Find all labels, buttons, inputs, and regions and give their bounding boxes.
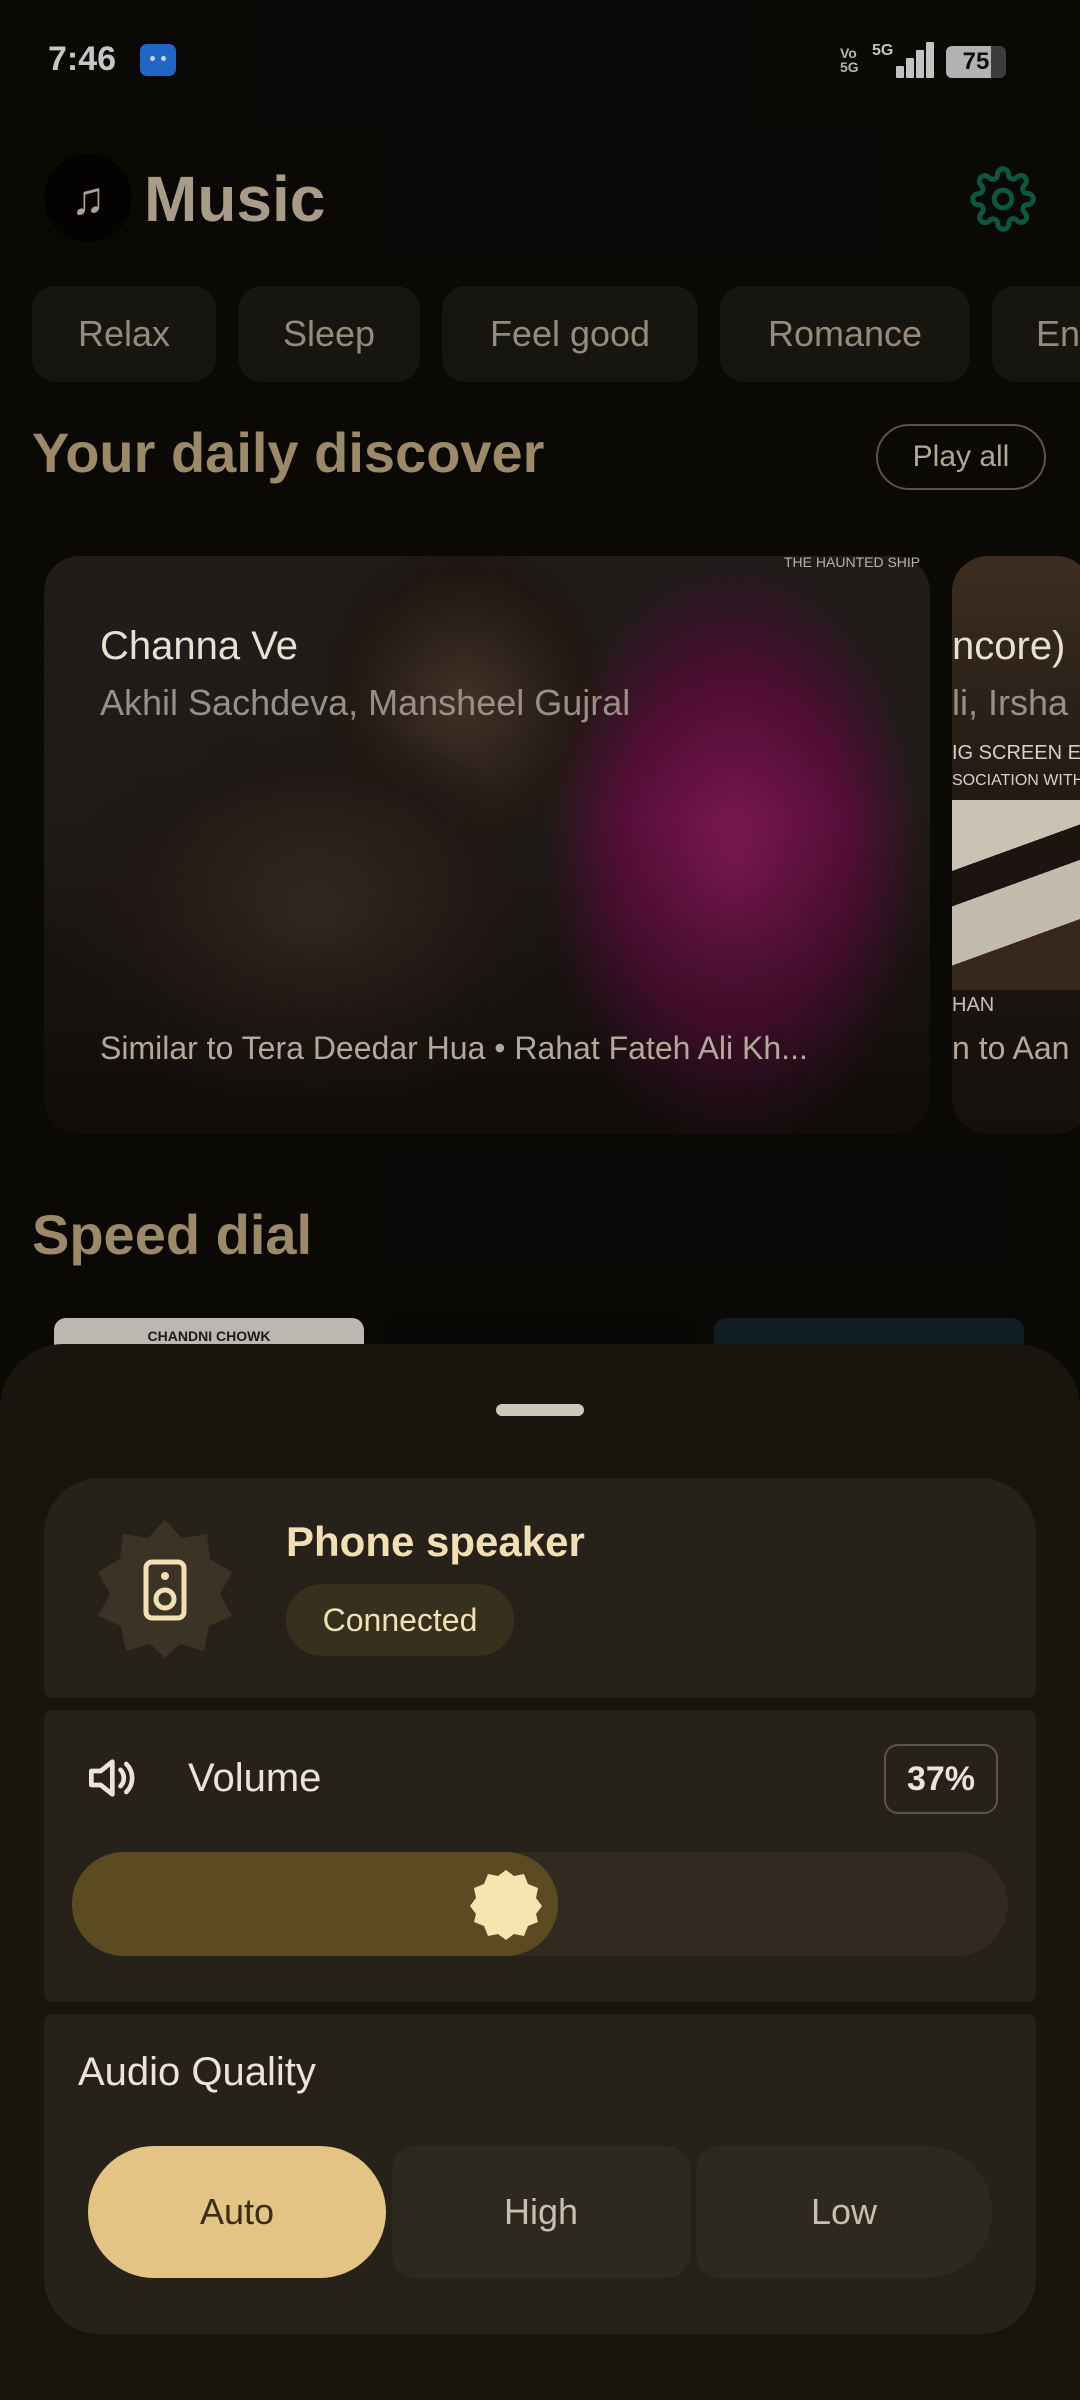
- card-artist: Akhil Sachdeva, Mansheel Gujral: [100, 682, 631, 723]
- card-subtitle: Similar to Tera Deedar Hua • Rahat Fateh…: [100, 1030, 808, 1066]
- card-song-title: Channa Ve: [100, 624, 298, 668]
- card-next-poster-text: IG SCREEN EN: [952, 742, 1080, 764]
- device-name: Phone speaker: [286, 1518, 585, 1565]
- volume-label: Volume: [188, 1756, 322, 1800]
- card-next-artist: li, Irsha: [952, 682, 1069, 723]
- card-next-poster-text: SOCIATION WITH Z: [952, 772, 1080, 789]
- quality-option-auto[interactable]: Auto: [88, 2146, 386, 2278]
- card-next-title: ncore): [952, 624, 1066, 668]
- card-watermark: THE HAUNTED SHIP: [784, 554, 921, 570]
- quality-option-low[interactable]: Low: [696, 2146, 992, 2278]
- sheet-drag-handle[interactable]: [496, 1404, 584, 1416]
- volume-icon: [80, 1750, 140, 1806]
- card-next-poster-text: HAN: [952, 994, 995, 1016]
- quality-option-high[interactable]: High: [392, 2146, 690, 2278]
- volume-percent: 37%: [884, 1744, 998, 1814]
- speaker-icon: [92, 1516, 238, 1662]
- poster-art: [952, 800, 1080, 990]
- audio-quality-label: Audio Quality: [78, 2050, 316, 2094]
- card-next-subtitle: n to Aan: [952, 1030, 1070, 1066]
- connection-status-badge: Connected: [286, 1584, 514, 1656]
- volume-slider-thumb[interactable]: [468, 1866, 544, 1942]
